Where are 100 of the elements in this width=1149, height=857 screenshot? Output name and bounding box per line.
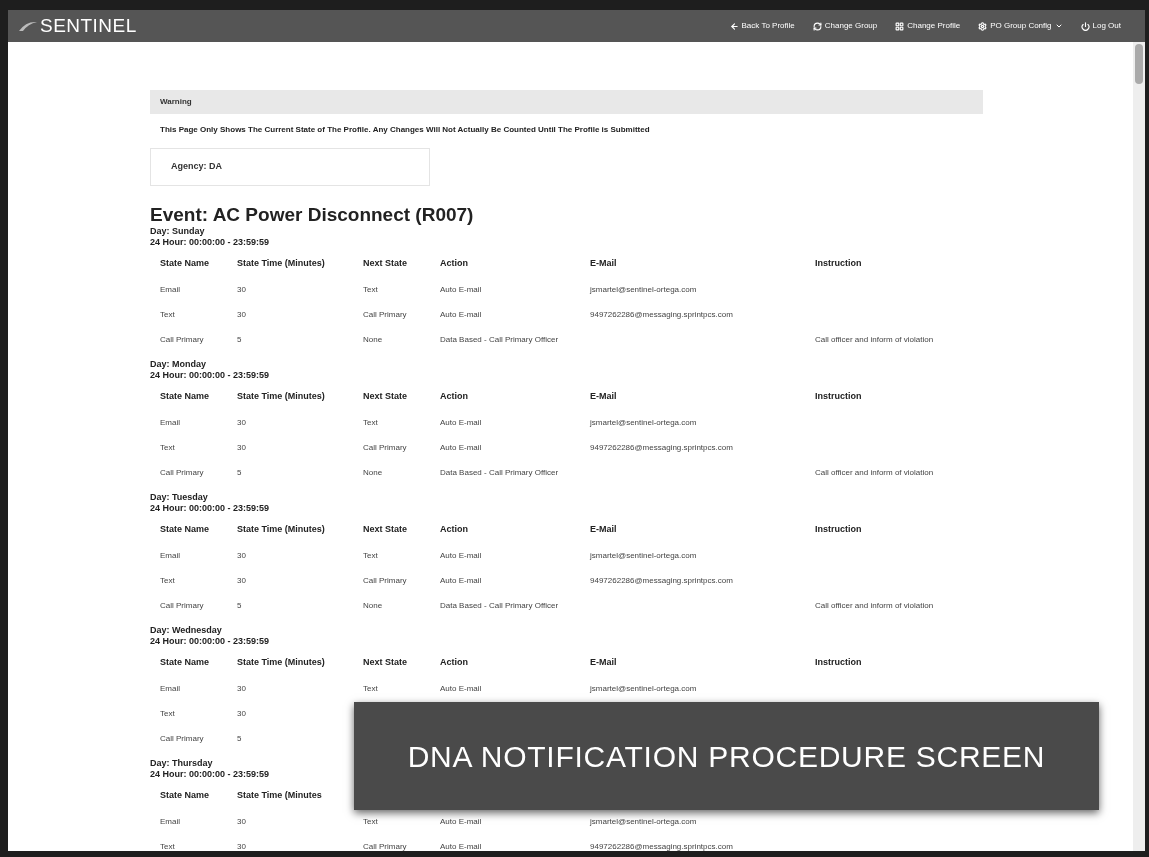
- table-cell: 30: [237, 841, 246, 851]
- table-cell: Call Primary: [160, 733, 204, 743]
- nav-link[interactable]: Change Profile: [895, 20, 961, 32]
- table-cell: jsmartel@sentinel-ortega.com: [590, 417, 697, 427]
- column-header: Instruction: [815, 524, 862, 534]
- table-cell: 30: [237, 550, 246, 560]
- column-header: Action: [440, 524, 468, 534]
- column-header: E-Mail: [590, 258, 617, 268]
- table-cell: Call Primary: [363, 442, 407, 452]
- table-cell: Text: [160, 575, 175, 585]
- column-header: Action: [440, 258, 468, 268]
- hours-label: 24 Hour: 00:00:00 - 23:59:59: [150, 503, 271, 514]
- column-header: Instruction: [815, 258, 862, 268]
- table-cell: Auto E-mail: [440, 550, 482, 560]
- table-cell: None: [363, 334, 383, 344]
- table-cell: Text: [160, 442, 175, 452]
- table-cell: Data Based - Call Primary Officer: [440, 600, 559, 610]
- table-cell: Auto E-mail: [440, 284, 482, 294]
- column-header: Action: [440, 391, 468, 401]
- table-cell: Auto E-mail: [440, 841, 482, 851]
- column-header: State Name: [160, 524, 210, 534]
- logo-swoosh-icon: [18, 20, 38, 32]
- table-cell: Text: [160, 708, 175, 718]
- table-cell: Auto E-mail: [440, 575, 482, 585]
- table-cell: Email: [160, 683, 180, 693]
- table-cell: 30: [237, 708, 246, 718]
- table-cell: Call Primary: [363, 841, 407, 851]
- table-cell: 9497262286@messaging.sprintpcs.com: [590, 309, 733, 319]
- table-cell: Text: [363, 683, 378, 693]
- table-cell: None: [363, 600, 383, 610]
- table-cell: Email: [160, 550, 180, 560]
- column-header: State Time (Minutes): [237, 524, 325, 534]
- table-cell: Call officer and inform of violation: [815, 334, 934, 344]
- table-cell: Email: [160, 417, 180, 427]
- hours-label: 24 Hour: 00:00:00 - 23:59:59: [150, 769, 271, 780]
- nav-link[interactable]: Back To Profile: [729, 20, 795, 32]
- column-header: State Time (Minutes): [237, 657, 325, 667]
- table-cell: Email: [160, 284, 180, 294]
- day-label: Day: Wednesday: [150, 625, 223, 636]
- column-header: Next State: [363, 524, 407, 534]
- table-cell: Call Primary: [363, 575, 407, 585]
- table-cell: jsmartel@sentinel-ortega.com: [590, 683, 697, 693]
- table-cell: Text: [363, 550, 378, 560]
- column-header: Instruction: [815, 657, 862, 667]
- table-cell: 30: [237, 309, 246, 319]
- caption-banner: DNA NOTIFICATION PROCEDURE SCREEN: [354, 702, 1099, 810]
- grid-icon: [895, 21, 905, 31]
- table-cell: 30: [237, 417, 246, 427]
- table-cell: jsmartel@sentinel-ortega.com: [590, 550, 697, 560]
- table-cell: Call Primary: [160, 600, 204, 610]
- table-cell: 30: [237, 575, 246, 585]
- column-header: E-Mail: [590, 524, 617, 534]
- table-cell: 5: [237, 733, 242, 743]
- table-cell: 5: [237, 467, 242, 477]
- table-cell: Text: [160, 309, 175, 319]
- scrollbar[interactable]: [1133, 42, 1145, 851]
- table-cell: jsmartel@sentinel-ortega.com: [590, 816, 697, 826]
- table-cell: Call Primary: [160, 467, 204, 477]
- back-arrow-icon: [729, 21, 739, 31]
- table-cell: Auto E-mail: [440, 417, 482, 427]
- hours-label: 24 Hour: 00:00:00 - 23:59:59: [150, 370, 271, 381]
- table-cell: Text: [363, 816, 378, 826]
- column-header: Next State: [363, 258, 407, 268]
- column-header: State Name: [160, 258, 210, 268]
- nav-link[interactable]: PO Group Config: [978, 20, 1063, 32]
- table-cell: Email: [160, 816, 180, 826]
- column-header: State Name: [160, 391, 210, 401]
- nav-link[interactable]: Change Group: [812, 20, 878, 32]
- table-cell: 30: [237, 442, 246, 452]
- table-cell: Call Primary: [363, 309, 407, 319]
- warning-message: This Page Only Shows The Current State of The Profile. Any Changes Will Not Actually Be Counted Until The Profile is Submitted: [159, 124, 651, 136]
- logo[interactable]: SENTINEL: [40, 11, 137, 41]
- table-cell: 9497262286@messaging.sprintpcs.com: [590, 841, 733, 851]
- column-header: State Name: [160, 657, 210, 667]
- table-cell: jsmartel@sentinel-ortega.com: [590, 284, 697, 294]
- table-cell: Data Based - Call Primary Officer: [440, 334, 559, 344]
- table-cell: Call Primary: [160, 334, 204, 344]
- table-cell: 5: [237, 334, 242, 344]
- table-cell: Auto E-mail: [440, 309, 482, 319]
- table-cell: Auto E-mail: [440, 816, 482, 826]
- column-header: State Time (Minutes): [237, 258, 325, 268]
- warning-header: Warning: [150, 90, 983, 114]
- caret-icon: [1054, 22, 1063, 30]
- table-cell: 30: [237, 284, 246, 294]
- table-cell: Call officer and inform of violation: [815, 600, 934, 610]
- agency-panel: Agency: DA: [150, 148, 430, 186]
- column-header: Instruction: [815, 391, 862, 401]
- table-cell: 30: [237, 816, 246, 826]
- day-label: Day: Monday: [150, 359, 207, 370]
- table-cell: Text: [363, 417, 378, 427]
- event-title: Event: AC Power Disconnect (R007): [150, 204, 475, 226]
- table-cell: Data Based - Call Primary Officer: [440, 467, 559, 477]
- column-header: State Name: [160, 790, 210, 800]
- column-header: State Time (Minutes): [237, 391, 325, 401]
- table-cell: None: [363, 467, 383, 477]
- table-cell: Text: [160, 841, 175, 851]
- nav-link[interactable]: Log Out: [1080, 20, 1121, 32]
- day-label: Day: Tuesday: [150, 492, 209, 503]
- power-icon: [1080, 21, 1090, 31]
- column-header: E-Mail: [590, 657, 617, 667]
